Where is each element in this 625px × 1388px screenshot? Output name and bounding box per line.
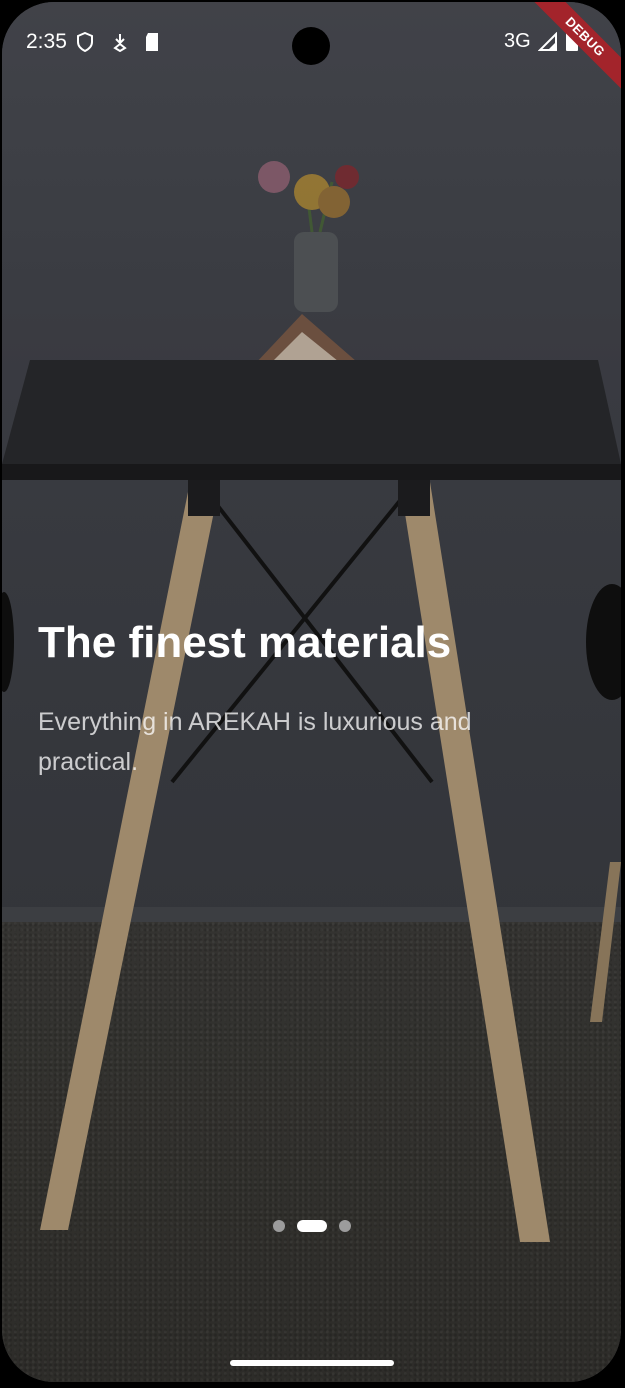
- status-bar: 2:35 3G DEBUG: [2, 2, 621, 95]
- gesture-nav-handle[interactable]: [230, 1360, 394, 1366]
- status-time: 2:35: [26, 30, 67, 53]
- signal-icon: [537, 31, 558, 56]
- page-dot-2-active[interactable]: [296, 1220, 327, 1232]
- front-camera: [292, 27, 330, 65]
- page-dot-1[interactable]: [272, 1220, 285, 1232]
- network-type: 3G: [504, 30, 531, 52]
- sd-card-icon: [144, 32, 160, 56]
- shield-icon: [76, 31, 94, 56]
- download-icon: [112, 32, 128, 56]
- onboarding-text: The finest materials Everything in AREKA…: [38, 614, 578, 782]
- page-indicator[interactable]: [2, 1218, 621, 1234]
- onboarding-subtitle: Everything in AREKAH is luxurious and pr…: [38, 708, 472, 776]
- phone-screen: 2:35 3G DEBUG The finest materials Every…: [2, 2, 621, 1382]
- onboarding-title: The finest materials: [38, 618, 452, 667]
- page-dot-3[interactable]: [338, 1220, 351, 1232]
